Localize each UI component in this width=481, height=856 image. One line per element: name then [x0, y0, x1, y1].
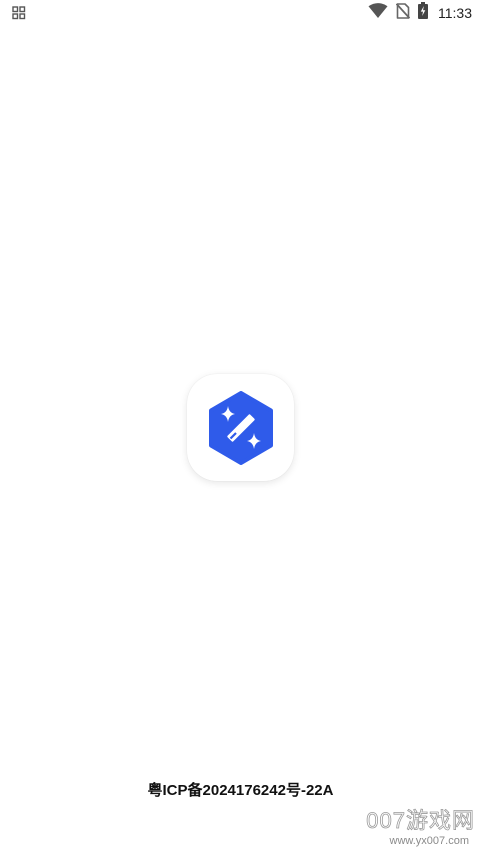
- no-sim-icon: [395, 2, 411, 24]
- watermark-brand: 007游戏网: [366, 808, 475, 834]
- icp-license-text: 粤ICP备2024176242号-22A: [147, 782, 334, 799]
- wifi-icon: [368, 2, 388, 24]
- watermark-url: www.yx007.com: [389, 835, 469, 847]
- magic-wand-sparkle-icon: [208, 390, 273, 465]
- watermark: 007游戏网 www.yx007.com: [355, 808, 475, 852]
- notification-grid-icon: [12, 6, 26, 20]
- app-logo: [187, 374, 294, 481]
- status-bar: 11:33: [0, 0, 481, 26]
- status-icons: 11:33: [368, 2, 472, 24]
- status-time: 11:33: [438, 5, 472, 21]
- battery-charging-icon: [418, 2, 428, 24]
